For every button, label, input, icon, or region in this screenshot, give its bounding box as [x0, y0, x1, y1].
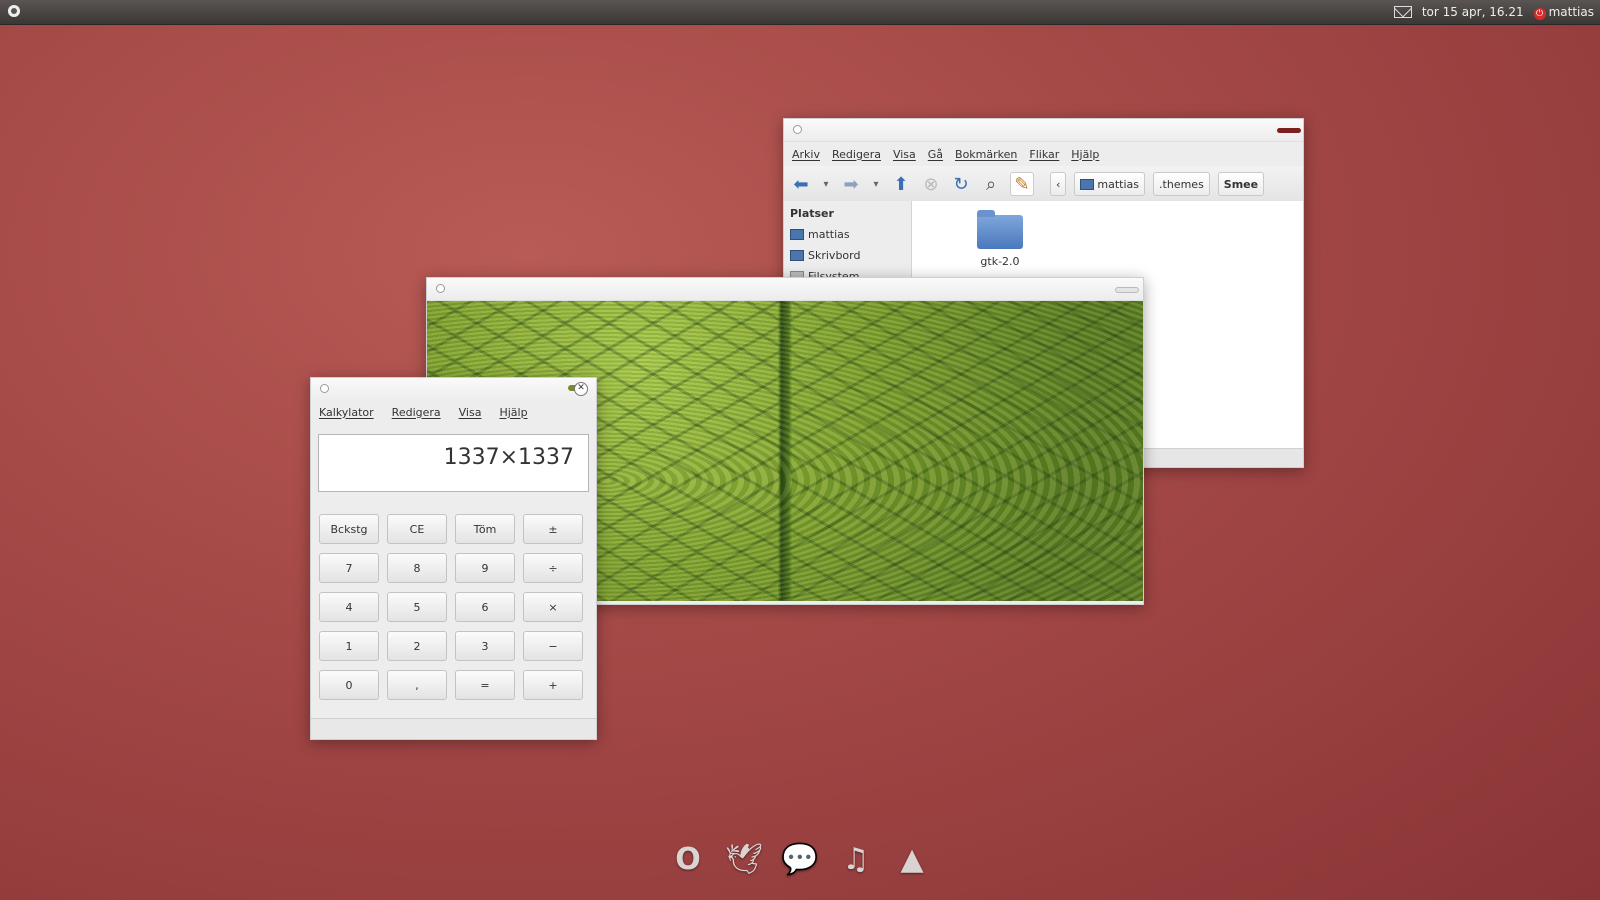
breadcrumb-mattias[interactable]: mattias: [1074, 172, 1146, 196]
bird-icon[interactable]: 🕊: [725, 842, 763, 877]
key-0[interactable]: 0: [319, 670, 379, 700]
menu-redigera[interactable]: Redigera: [832, 148, 881, 161]
image-viewer-titlebar[interactable]: [427, 278, 1143, 301]
key-7[interactable]: 7: [319, 553, 379, 583]
key-divide[interactable]: ÷: [523, 553, 583, 583]
file-manager-titlebar[interactable]: [784, 119, 1303, 142]
sidebar-heading: Platser: [790, 207, 834, 220]
file-manager-menubar: Arkiv Redigera Visa Gå Bokmärken Flikar …: [784, 142, 1303, 166]
desktop-icon: [790, 250, 804, 261]
stop-icon[interactable]: ⊗: [920, 173, 942, 195]
forward-dropdown-icon[interactable]: ▾: [870, 173, 882, 195]
power-icon[interactable]: ⏻: [1533, 7, 1546, 20]
close-button[interactable]: [1277, 128, 1301, 133]
edit-icon[interactable]: ✎: [1010, 172, 1034, 196]
menu-ga[interactable]: Gå: [928, 148, 943, 161]
music-icon[interactable]: ♫: [839, 842, 873, 877]
folder-icon: [977, 210, 1023, 249]
sidebar-item-skrivbord[interactable]: Skrivbord: [790, 249, 905, 262]
forward-icon[interactable]: ➡: [840, 173, 862, 195]
up-icon[interactable]: ⬆: [890, 173, 912, 195]
calculator-keypad: Bckstg CE Töm ± 7 8 9 ÷ 4 5 6 × 1 2 3 − …: [311, 492, 596, 700]
window-controls[interactable]: [1115, 287, 1139, 293]
menu-arkiv[interactable]: Arkiv: [792, 148, 820, 161]
key-5[interactable]: 5: [387, 592, 447, 622]
calculator-menubar: Kalkylator Redigera Visa Hjälp: [311, 400, 596, 424]
breadcrumb-smee[interactable]: Smee: [1217, 172, 1265, 196]
file-manager-toolbar: ⬅ ▾ ➡ ▾ ⬆ ⊗ ↻ ⌕ ✎ ‹ mattias .themes Smee: [784, 166, 1303, 203]
key-9[interactable]: 9: [455, 553, 515, 583]
ubuntu-logo-icon[interactable]: [8, 5, 20, 17]
key-subtract[interactable]: −: [523, 631, 583, 661]
key-multiply[interactable]: ×: [523, 592, 583, 622]
menu-bokmarken[interactable]: Bokmärken: [955, 148, 1017, 161]
menu-flikar[interactable]: Flikar: [1029, 148, 1059, 161]
menu-visa[interactable]: Visa: [459, 406, 482, 419]
key-1[interactable]: 1: [319, 631, 379, 661]
key-equals[interactable]: =: [455, 670, 515, 700]
key-clear[interactable]: Töm: [455, 514, 515, 544]
mail-icon[interactable]: [1393, 6, 1412, 18]
breadcrumb-left-arrow[interactable]: ‹: [1050, 172, 1067, 196]
panel-datetime[interactable]: tor 15 apr, 16.21: [1422, 5, 1524, 19]
calculator-window: ✕ Kalkylator Redigera Visa Hjälp 1337×13…: [310, 377, 597, 740]
calculator-statusbar: [311, 718, 596, 739]
key-6[interactable]: 6: [455, 592, 515, 622]
key-backspace[interactable]: Bckstg: [319, 514, 379, 544]
window-menu-icon[interactable]: [320, 384, 329, 393]
key-plus-minus[interactable]: ±: [523, 514, 583, 544]
reload-icon[interactable]: ↻: [950, 173, 972, 195]
key-add[interactable]: +: [523, 670, 583, 700]
close-icon[interactable]: ✕: [574, 382, 588, 396]
window-menu-icon[interactable]: [436, 284, 445, 293]
back-icon[interactable]: ⬅: [790, 173, 812, 195]
opera-icon[interactable]: O: [671, 842, 705, 877]
dock: O 🕊 💬 ♫ ▲: [0, 842, 1600, 882]
folder-item[interactable]: gtk-2.0: [970, 210, 1030, 268]
calculator-display[interactable]: 1337×1337: [318, 434, 589, 492]
sidebar-item-mattias[interactable]: mattias: [790, 228, 905, 241]
home-icon: [1080, 178, 1095, 190]
chat-icon[interactable]: 💬: [781, 842, 818, 877]
key-4[interactable]: 4: [319, 592, 379, 622]
menu-redigera[interactable]: Redigera: [392, 406, 441, 419]
menu-visa[interactable]: Visa: [893, 148, 916, 161]
calculator-titlebar[interactable]: ✕: [311, 378, 596, 400]
key-2[interactable]: 2: [387, 631, 447, 661]
key-8[interactable]: 8: [387, 553, 447, 583]
key-3[interactable]: 3: [455, 631, 515, 661]
key-clear-entry[interactable]: CE: [387, 514, 447, 544]
home-folder-icon: [790, 229, 804, 240]
window-menu-icon[interactable]: [793, 125, 802, 134]
panel-user[interactable]: ⏻ mattias: [1533, 5, 1594, 20]
key-decimal[interactable]: ,: [387, 670, 447, 700]
menu-hjalp[interactable]: Hjälp: [1071, 148, 1099, 161]
menu-hjalp[interactable]: Hjälp: [499, 406, 527, 419]
cone-icon[interactable]: ▲: [895, 842, 929, 877]
search-icon[interactable]: ⌕: [980, 173, 1002, 195]
back-dropdown-icon[interactable]: ▾: [820, 173, 832, 195]
folder-label: gtk-2.0: [980, 255, 1020, 268]
breadcrumb-themes[interactable]: .themes: [1153, 172, 1210, 196]
top-panel: tor 15 apr, 16.21 ⏻ mattias: [0, 0, 1600, 25]
panel-right: tor 15 apr, 16.21 ⏻ mattias: [1393, 0, 1594, 24]
menu-kalkylator[interactable]: Kalkylator: [319, 406, 374, 419]
